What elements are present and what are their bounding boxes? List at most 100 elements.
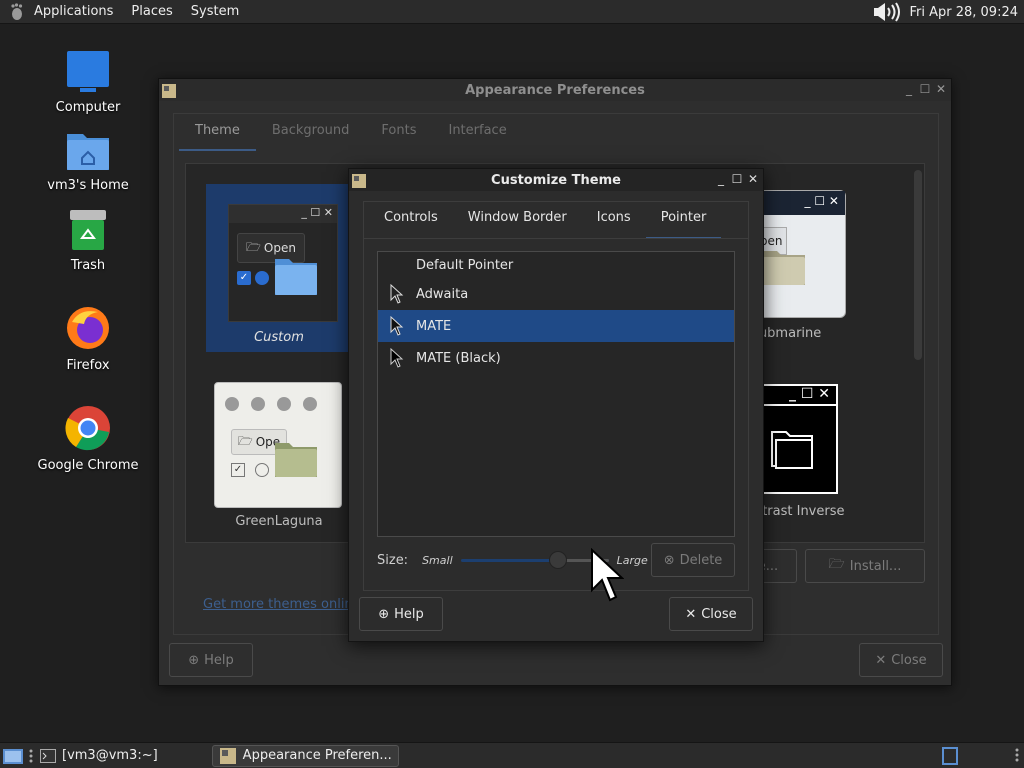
list-item[interactable]: MATE (Black) [378, 342, 734, 374]
desktop-icon-label: Google Chrome [37, 458, 139, 473]
folder-open-icon: 🗁 [237, 433, 253, 448]
task-appearance[interactable]: Appearance Preferen... [211, 744, 399, 767]
main-tabs: Theme Background Fonts Interface [179, 115, 523, 151]
window-titlebar[interactable]: Appearance Preferences _ ☐ ✕ [159, 79, 951, 101]
tab-separator [363, 238, 749, 239]
list-item[interactable]: MATE [378, 310, 734, 342]
pointer-name: MATE (Black) [416, 350, 501, 366]
pointer-size-slider[interactable] [460, 550, 609, 570]
close-icon[interactable]: ✕ [747, 172, 759, 186]
menu-system[interactable]: System [191, 4, 239, 19]
home-folder-icon [67, 134, 109, 170]
appearance-app-icon [162, 84, 176, 98]
delete-button[interactable]: ⊗ Delete [651, 543, 735, 577]
help-icon: ⊕ [378, 606, 390, 622]
dialog-tabs: Controls Window Border Icons Pointer [369, 201, 722, 239]
theme-scrollbar[interactable] [914, 170, 922, 360]
task-terminal[interactable]: [vm3@vm3:~] [34, 745, 164, 767]
desktop-icon-label: Firefox [66, 358, 110, 373]
desktop-icon-label: Computer [55, 100, 121, 115]
tab-icons[interactable]: Icons [582, 201, 646, 239]
checkbox-icon: ✓ [237, 271, 251, 285]
menu-places[interactable]: Places [131, 4, 172, 19]
tab-pointer[interactable]: Pointer [645, 201, 722, 239]
get-more-themes-link[interactable]: Get more themes online [203, 597, 361, 612]
pointer-name: Default Pointer [416, 257, 514, 273]
close-button[interactable]: ✕ Close [859, 643, 943, 677]
desktop-icon-computer[interactable]: Computer [33, 50, 143, 115]
clock[interactable]: Fri Apr 28, 09:24 [909, 5, 1018, 20]
cursor-icon [390, 284, 404, 304]
tab-interface[interactable]: Interface [432, 115, 522, 151]
preview-open-label: Open [263, 241, 296, 255]
slider-knob[interactable] [548, 551, 567, 569]
folder-icon [275, 443, 317, 477]
folder-icon [763, 251, 805, 285]
task-label: Appearance Preferen... [242, 748, 392, 763]
dialog-title: Customize Theme [491, 172, 621, 188]
theme-item-custom[interactable]: _ ☐ ✕ 🗁 Open ✓ Custom [206, 184, 352, 352]
tab-theme[interactable]: Theme [179, 115, 256, 151]
cursor-icon [390, 316, 404, 336]
minimize-icon[interactable]: _ [715, 172, 727, 186]
gnome-foot-icon[interactable] [8, 2, 26, 21]
desktop-icon-home[interactable]: vm3's Home [33, 128, 143, 193]
radio-icon [255, 463, 269, 477]
desktop-icon-firefox[interactable]: Firefox [33, 304, 143, 373]
install-button[interactable]: 🗁 Install... [805, 549, 925, 583]
volume-icon[interactable] [873, 2, 903, 22]
pointer-list: Default Pointer Adwaita MATE MATE (Black… [377, 251, 735, 537]
help-button[interactable]: ⊕ Help [169, 643, 253, 677]
list-item[interactable]: Default Pointer [378, 252, 734, 278]
pointer-name: Adwaita [416, 286, 469, 302]
close-label: Close [891, 652, 927, 668]
firefox-icon [67, 307, 109, 349]
delete-icon: ⊗ [663, 552, 675, 568]
dialog-titlebar[interactable]: Customize Theme _ ☐ ✕ [349, 169, 763, 191]
close-button[interactable]: ✕ Close [669, 597, 753, 631]
folder-open-icon: 🗁 [246, 239, 261, 254]
monitor-icon [67, 51, 109, 92]
trash-icon [70, 210, 106, 250]
tab-controls[interactable]: Controls [369, 201, 453, 239]
theme-item-greenlaguna[interactable]: 🗁 Ope ✓ GreenLaguna [214, 382, 344, 532]
workspace-switcher-icon[interactable] [942, 747, 958, 765]
desktop-icon-trash[interactable]: Trash [33, 208, 143, 273]
desktop-icon-label: vm3's Home [47, 178, 129, 193]
folder-icon [275, 259, 317, 295]
radio-icon [255, 271, 269, 285]
small-label: Small [422, 553, 453, 567]
close-icon[interactable]: ✕ [935, 82, 947, 96]
maximize-icon[interactable]: ☐ [731, 172, 743, 186]
show-desktop-icon[interactable] [2, 746, 24, 766]
desktop-icon-label: Trash [70, 258, 106, 273]
panel-handle-icon[interactable] [1014, 747, 1020, 763]
close-icon: ✕ [875, 652, 887, 668]
tab-window-border[interactable]: Window Border [453, 201, 582, 239]
tab-background[interactable]: Background [256, 115, 366, 151]
pointer-name: MATE [416, 318, 452, 334]
install-label: Install... [849, 558, 902, 574]
checkbox-icon: ✓ [231, 463, 245, 477]
customize-theme-dialog: Customize Theme _ ☐ ✕ Controls Window Bo… [348, 168, 764, 642]
maximize-icon[interactable]: ☐ [919, 82, 931, 96]
size-label: Size: [377, 552, 409, 568]
theme-name: Custom [254, 330, 304, 345]
theme-item-contrast-inverse[interactable]: _ ☐ ✕ O ontrast Inverse [746, 384, 896, 534]
desktop-icon-chrome[interactable]: Google Chrome [33, 404, 143, 473]
list-item[interactable]: Adwaita [378, 278, 734, 310]
folder-open-icon: 🗁 [828, 557, 845, 572]
close-label: Close [701, 606, 737, 622]
cursor-icon [390, 348, 404, 368]
menu-applications[interactable]: Applications [34, 4, 113, 19]
delete-label: Delete [679, 552, 723, 568]
bottom-panel: [vm3@vm3:~] Appearance Preferen... [0, 742, 1024, 768]
help-button[interactable]: ⊕ Help [359, 597, 443, 631]
help-label: Help [394, 606, 424, 622]
appearance-app-icon [352, 174, 366, 188]
tab-fonts[interactable]: Fonts [365, 115, 432, 151]
theme-item-submarine[interactable]: _ ☐ ✕ Open -Submarine [746, 190, 896, 350]
chrome-icon [65, 406, 110, 451]
close-icon: ✕ [685, 606, 697, 622]
minimize-icon[interactable]: _ [903, 82, 915, 96]
